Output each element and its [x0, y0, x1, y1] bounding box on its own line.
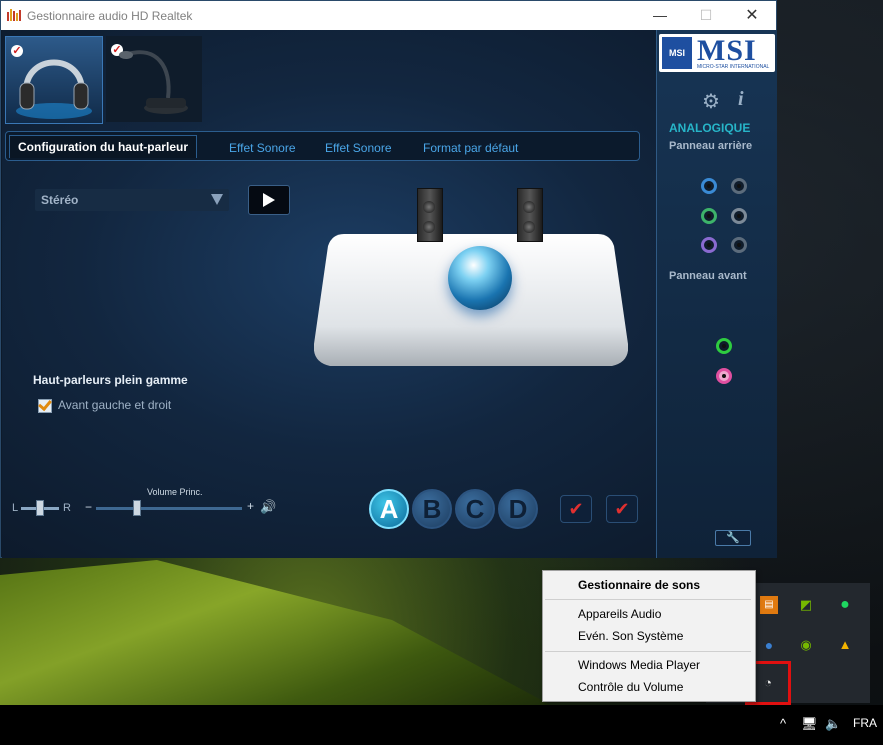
speaker-cone-icon — [523, 221, 535, 233]
speaker-cone-icon — [423, 221, 435, 233]
volume-plus-icon: + — [247, 499, 255, 513]
menu-separator — [545, 599, 751, 600]
msi-brand-text: MSI — [697, 34, 757, 67]
front-panel-label: Panneau avant — [669, 270, 747, 282]
balance-right-label: R — [63, 502, 71, 514]
tab-sound-effect-2[interactable]: Effet Sonore — [325, 141, 392, 155]
rear-jack-gray-2[interactable] — [731, 208, 747, 224]
rear-jack-green[interactable] — [701, 208, 717, 224]
speaker-mode-select[interactable]: Stéréo — [35, 189, 229, 211]
settings-tabs: Configuration du haut-parleur Effet Sono… — [5, 131, 640, 161]
speaker-cone-icon — [423, 201, 435, 213]
speaker-volume-icon[interactable]: 🔊 — [260, 499, 276, 515]
rear-jack-gray-1[interactable] — [731, 178, 747, 194]
maximize-button[interactable]: ☐ — [683, 1, 729, 30]
tab-speaker-config[interactable]: Configuration du haut-parleur — [9, 135, 197, 158]
title-bar[interactable]: Gestionnaire audio HD Realtek — ☐ ✕ — [1, 1, 776, 30]
speaker-front-right[interactable] — [517, 188, 543, 242]
menu-separator — [545, 651, 751, 652]
info-icon[interactable]: i — [738, 88, 744, 111]
msi-logo: MSI MSI MICRO-STAR INTERNATIONAL — [659, 34, 775, 72]
gear-icon[interactable]: ⚙ — [702, 89, 720, 114]
default-check-button[interactable]: ✔ — [606, 495, 638, 523]
taskbar: ^ 🖥 🔈 FRA — [0, 705, 883, 745]
window-title: Gestionnaire audio HD Realtek — [27, 9, 193, 23]
fullrange-checkbox[interactable] — [38, 399, 52, 413]
fullrange-option-label: Avant gauche et droit — [58, 398, 172, 412]
balance-slider-knob[interactable] — [36, 500, 44, 516]
analog-heading: ANALOGIQUE — [669, 121, 751, 135]
network-icon[interactable]: 🖥 — [801, 716, 818, 732]
main-content: ✓ ✓ Configuration du haut-parleur Effet … — [2, 30, 777, 558]
tab-sound-effect-1[interactable]: Effet Sonore — [229, 141, 296, 155]
headphones-icon — [16, 59, 92, 119]
minimize-button[interactable]: — — [637, 1, 683, 30]
volume-icon[interactable]: 🔈 — [825, 716, 841, 732]
close-button[interactable]: ✕ — [729, 1, 775, 30]
fullrange-heading: Haut-parleurs plein gamme — [33, 373, 188, 387]
storage-icon[interactable]: ▤ — [760, 596, 778, 614]
menu-item-media-player[interactable]: Windows Media Player — [578, 658, 700, 672]
volume-minus-icon: − — [85, 500, 93, 514]
realtek-app-icon — [7, 9, 21, 21]
wrench-settings-button[interactable]: 🔧 — [715, 530, 751, 546]
google-drive-icon[interactable]: ▲ — [836, 636, 854, 654]
menu-item-sound-manager[interactable]: Gestionnaire de sons — [578, 578, 700, 592]
menu-item-system-sounds[interactable]: Evén. Son Système — [578, 629, 683, 643]
rear-jack-purple[interactable] — [701, 237, 717, 253]
nvidia-icon[interactable]: ◉ — [797, 636, 815, 654]
dropdown-arrow-icon — [211, 194, 223, 205]
chevron-up-icon[interactable]: ^ — [780, 716, 786, 731]
profile-b-button[interactable]: B — [412, 489, 452, 529]
menu-item-volume-control[interactable]: Contrôle du Volume — [578, 680, 683, 694]
volume-slider-knob[interactable] — [133, 500, 141, 516]
play-icon — [263, 193, 275, 207]
profile-d-button[interactable]: D — [498, 489, 538, 529]
tray-context-menu: Gestionnaire de sons Appareils Audio Evé… — [542, 570, 756, 702]
speaker-cone-icon — [523, 201, 535, 213]
msi-shield-icon: MSI — [662, 37, 692, 69]
menu-item-audio-devices[interactable]: Appareils Audio — [578, 607, 661, 621]
headphones-device-tab[interactable]: ✓ — [5, 36, 103, 124]
microphone-device-tab[interactable]: ✓ — [106, 36, 202, 122]
language-indicator[interactable]: FRA — [853, 716, 877, 730]
front-jack-green[interactable] — [716, 338, 732, 354]
connector-panel: MSI MSI MICRO-STAR INTERNATIONAL ⚙ i ANA… — [656, 30, 777, 558]
balance-left-label: L — [12, 502, 19, 514]
realtek-window: Gestionnaire audio HD Realtek — ☐ ✕ ✓ ✓ — [0, 0, 777, 558]
tab-default-format[interactable]: Format par défaut — [423, 141, 518, 155]
speaker-front-left[interactable] — [417, 188, 443, 242]
play-test-button[interactable] — [248, 185, 290, 215]
apply-check-button[interactable]: ✔ — [560, 495, 592, 523]
wallpaper-tent — [0, 560, 560, 710]
volume-title: Volume Princ. — [147, 487, 203, 497]
rear-jack-gray-3[interactable] — [731, 237, 747, 253]
profile-a-button[interactable]: A — [369, 489, 409, 529]
listener-sphere — [448, 246, 512, 310]
rear-jack-blue[interactable] — [701, 178, 717, 194]
volume-slider-track[interactable] — [96, 507, 242, 510]
speaker-mode-value: Stéréo — [41, 193, 79, 207]
microphone-icon — [119, 50, 188, 114]
blue-orb-icon[interactable]: ● — [760, 636, 778, 654]
profile-c-button[interactable]: C — [455, 489, 495, 529]
nvidia-ansel-icon[interactable]: ◩ — [797, 596, 815, 614]
spotify-icon[interactable]: ● — [836, 596, 854, 614]
front-jack-pink[interactable] — [716, 368, 732, 384]
msi-brand-subtitle: MICRO-STAR INTERNATIONAL — [697, 64, 770, 70]
rear-panel-label: Panneau arrière — [669, 140, 753, 152]
